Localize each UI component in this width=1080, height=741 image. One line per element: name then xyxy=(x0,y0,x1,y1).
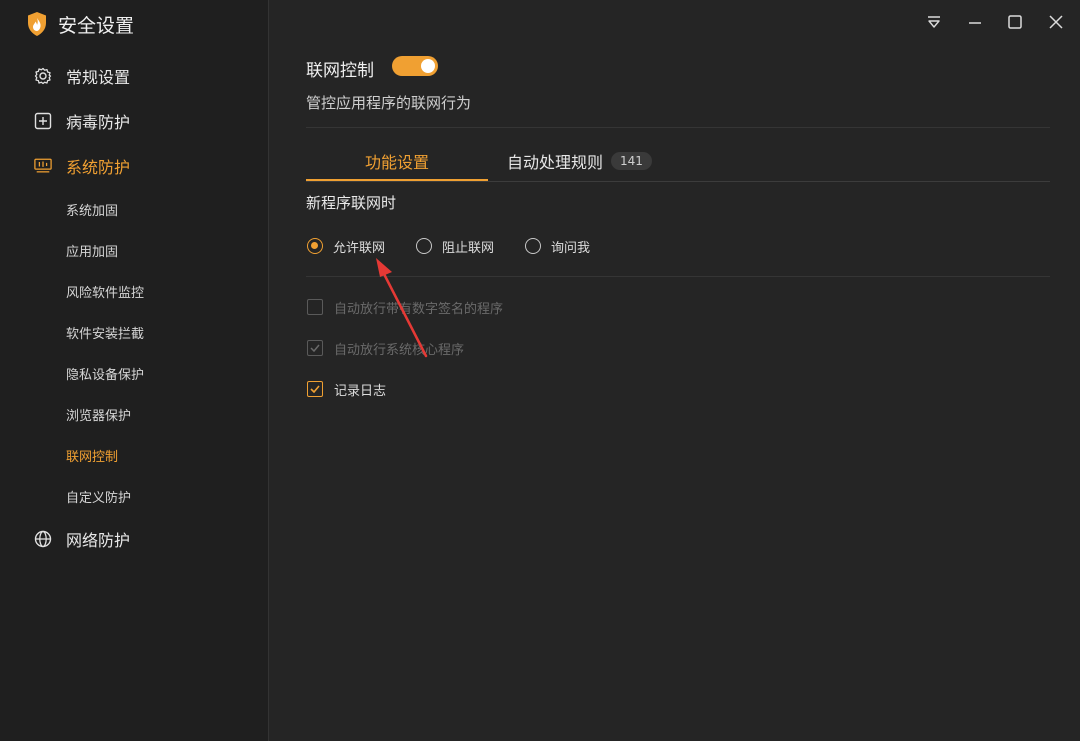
radio-label: 询问我 xyxy=(551,240,591,256)
radio-allow-network[interactable]: 允许联网 xyxy=(307,236,385,256)
checkbox-label: 记录日志 xyxy=(334,383,387,399)
menu-dropdown-button[interactable] xyxy=(924,12,944,32)
gear-icon xyxy=(34,67,52,85)
section-description: 管控应用程序的联网行为 xyxy=(306,94,472,112)
sidebar-item-general-settings[interactable]: 常规设置 xyxy=(34,65,130,87)
radio-unchecked-icon xyxy=(416,238,432,254)
app-title: 安全设置 xyxy=(26,10,134,38)
checkbox-label: 自动放行系统核心程序 xyxy=(334,342,465,358)
system-monitor-icon xyxy=(34,157,52,175)
radio-label: 允许联网 xyxy=(333,240,386,256)
checkbox-checked-icon xyxy=(307,381,323,397)
shield-flame-icon xyxy=(28,12,46,36)
checkbox-unchecked-icon xyxy=(307,299,323,315)
toggle-knob xyxy=(421,59,435,73)
checkbox-log[interactable]: 记录日志 xyxy=(307,379,386,399)
globe-icon xyxy=(34,530,52,548)
sidebar-item-system-protection[interactable]: 系统防护 xyxy=(34,155,130,177)
new-program-heading: 新程序联网时 xyxy=(306,194,397,212)
sidebar-subitem-custom-protection[interactable]: 自定义防护 xyxy=(66,486,131,506)
checkbox-allow-system-core[interactable]: 自动放行系统核心程序 xyxy=(307,338,464,358)
maximize-button[interactable] xyxy=(1005,12,1025,32)
radio-block-network[interactable]: 阻止联网 xyxy=(416,236,494,256)
sidebar-subitem-network-control[interactable]: 联网控制 xyxy=(66,445,118,465)
sidebar-subitem-risk-software-monitor[interactable]: 风险软件监控 xyxy=(66,281,144,301)
sidebar-subitem-install-intercept[interactable]: 软件安装拦截 xyxy=(66,322,144,342)
sidebar-subitem-browser-protection[interactable]: 浏览器保护 xyxy=(66,404,131,424)
tab-bar-divider xyxy=(306,181,1050,182)
checkbox-checked-disabled-icon xyxy=(307,340,323,356)
sidebar-item-network-protection[interactable]: 网络防护 xyxy=(34,528,130,550)
sidebar-subitem-system-hardening[interactable]: 系统加固 xyxy=(66,199,118,219)
close-icon xyxy=(1049,15,1063,29)
tab-feature-settings[interactable]: 功能设置 xyxy=(306,146,488,176)
minimize-icon xyxy=(969,22,981,24)
close-button[interactable] xyxy=(1046,12,1066,32)
minimize-button[interactable] xyxy=(965,12,985,32)
radio-ask-me[interactable]: 询问我 xyxy=(525,236,590,256)
radio-unchecked-icon xyxy=(525,238,541,254)
header-divider xyxy=(306,127,1050,128)
sidebar-item-virus-protection[interactable]: 病毒防护 xyxy=(34,110,130,132)
tab-auto-rules[interactable]: 自动处理规则 141 xyxy=(507,146,652,176)
checkbox-allow-signed[interactable]: 自动放行带有数字签名的程序 xyxy=(307,297,503,317)
sidebar: 安全设置 常规设置 病毒防护 系统防护 系统加固 应用加固 风险软件监控 软件安… xyxy=(0,0,269,741)
options-divider xyxy=(306,276,1050,277)
maximize-icon xyxy=(1008,15,1022,29)
tab-label: 自动处理规则 xyxy=(507,153,604,172)
checkbox-label: 自动放行带有数字签名的程序 xyxy=(334,301,504,317)
dropdown-menu-icon xyxy=(928,16,940,28)
network-control-toggle[interactable] xyxy=(392,56,438,76)
radio-checked-icon xyxy=(307,238,323,254)
section-title: 联网控制 xyxy=(306,61,374,81)
sidebar-subitem-app-hardening[interactable]: 应用加固 xyxy=(66,240,118,260)
sidebar-subitem-privacy-device[interactable]: 隐私设备保护 xyxy=(66,363,144,383)
tab-label: 功能设置 xyxy=(364,153,429,172)
rules-count-badge: 141 xyxy=(611,152,652,170)
plus-square-icon xyxy=(34,112,52,130)
app-title-text: 安全设置 xyxy=(58,14,135,37)
radio-label: 阻止联网 xyxy=(442,240,495,256)
